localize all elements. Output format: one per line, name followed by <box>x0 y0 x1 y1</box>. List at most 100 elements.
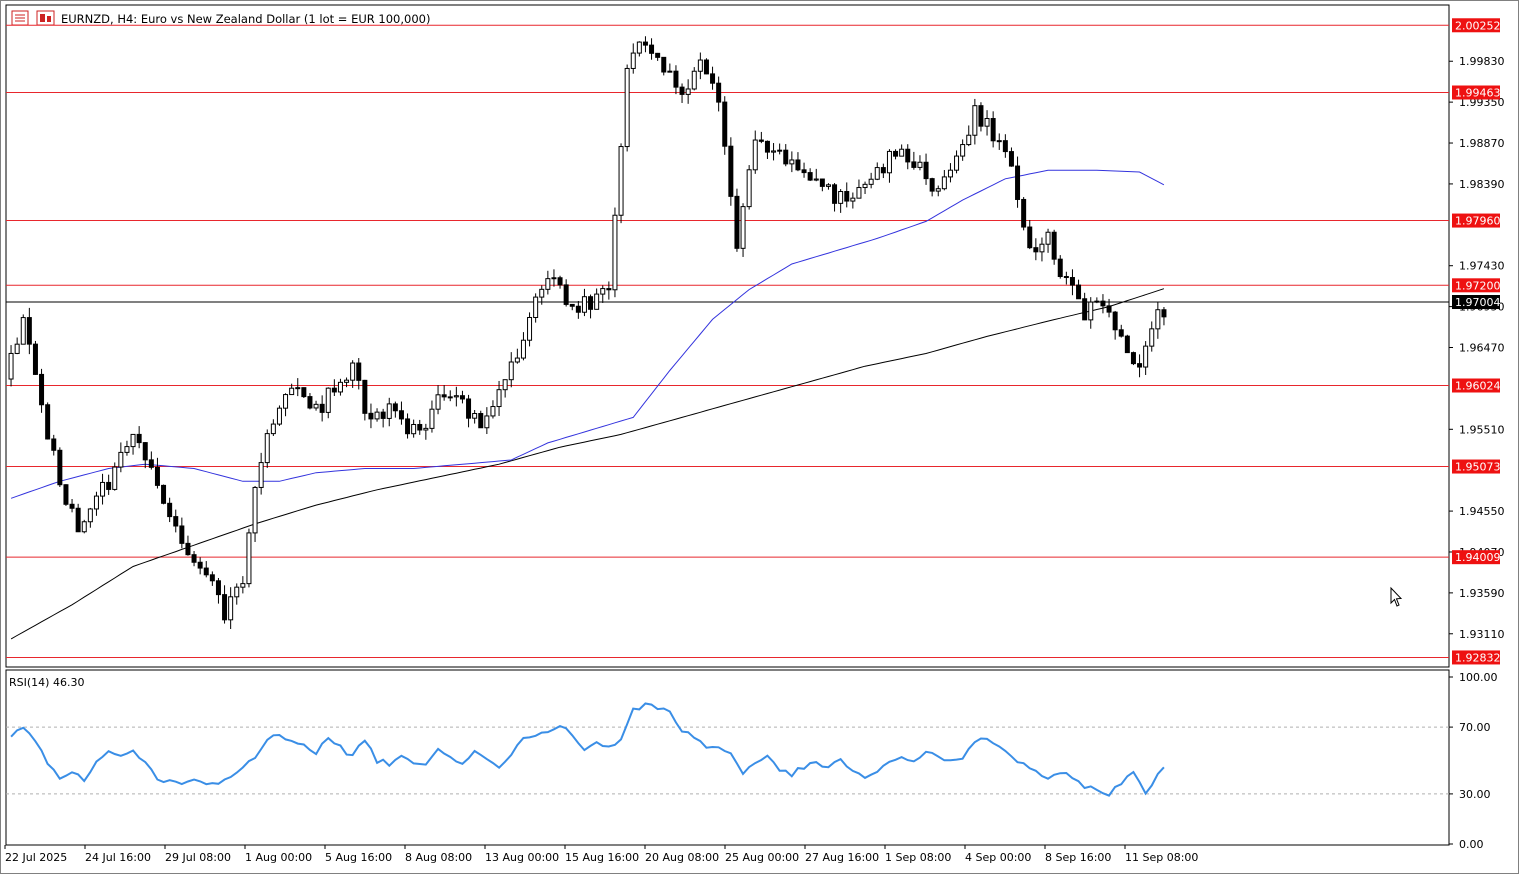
candle-body <box>886 150 892 174</box>
candle-body <box>447 396 453 399</box>
rsi-label: RSI(14) 46.30 <box>9 676 84 689</box>
candle-body <box>222 594 228 621</box>
candle-body <box>1008 151 1014 167</box>
candle-body <box>588 296 594 310</box>
candle-body <box>124 446 130 453</box>
candle-body <box>1033 247 1039 253</box>
candle-body <box>246 532 252 585</box>
candle-body <box>1106 305 1112 313</box>
candle-body <box>313 403 319 409</box>
candle-body <box>209 574 215 582</box>
candle-body <box>197 561 203 569</box>
candle-body <box>435 394 441 410</box>
candle-body <box>508 361 514 381</box>
candle-body <box>173 516 179 527</box>
price-tick-label: 1.94550 <box>1459 505 1505 518</box>
candle-body <box>374 411 380 420</box>
candle-body <box>539 288 545 298</box>
candle-body <box>228 596 234 621</box>
candle-body <box>557 277 563 286</box>
candle-body <box>350 362 356 381</box>
candle-body <box>411 423 417 435</box>
candle-body <box>8 352 14 380</box>
candle-body <box>868 178 874 185</box>
candle-body <box>258 462 264 488</box>
time-tick-label: 1 Aug 00:00 <box>245 851 312 864</box>
price-tick-label: 1.99830 <box>1459 55 1505 68</box>
candle-body <box>118 451 124 468</box>
candle-body <box>398 410 404 420</box>
candle-body <box>270 423 276 435</box>
candle-body <box>844 191 850 202</box>
chart-list-icon[interactable] <box>11 10 29 26</box>
candle-body <box>240 583 246 588</box>
candle-body <box>57 449 63 486</box>
candle-body <box>368 412 374 420</box>
candle-body <box>655 52 661 58</box>
candle-body <box>752 139 758 171</box>
candle-body <box>1027 226 1033 249</box>
candle-body <box>636 41 642 54</box>
candle-body <box>1124 335 1130 354</box>
candle-body <box>984 118 990 127</box>
candle-body <box>1057 258 1063 278</box>
chart-canvas[interactable]: EURNZD, H4: Euro vs New Zealand Dollar (… <box>0 0 1519 874</box>
candle-body <box>154 466 160 486</box>
candle-body <box>362 379 368 414</box>
candle-body <box>905 148 911 163</box>
price-tick-label: 1.97430 <box>1459 260 1505 273</box>
candle-body <box>215 580 221 596</box>
chart-window[interactable]: EURNZD, H4: Euro vs New Zealand Dollar (… <box>0 0 1519 874</box>
candle-body <box>642 41 648 46</box>
window-border <box>0 0 1519 874</box>
candle-body <box>112 466 118 490</box>
level-tag-label: 2.00252 <box>1455 19 1501 32</box>
candle-body <box>106 481 112 490</box>
candle-body <box>771 150 777 153</box>
candle-body <box>87 508 93 523</box>
candle-body <box>1069 277 1075 286</box>
price-tick-label: 1.96470 <box>1459 342 1505 355</box>
candle-body <box>691 70 697 90</box>
candle-body <box>185 542 191 556</box>
candle-body <box>783 149 789 165</box>
time-tick-label: 27 Aug 16:00 <box>805 851 879 864</box>
candle-body <box>972 105 978 136</box>
candle-body <box>1002 140 1008 153</box>
time-tick-label: 15 Aug 16:00 <box>565 851 639 864</box>
candle-body <box>960 144 966 157</box>
candle-body <box>295 387 301 390</box>
chart-window-icon[interactable] <box>36 10 55 26</box>
candle-body <box>81 521 87 533</box>
candle-body <box>819 178 825 187</box>
candle-body <box>1039 243 1045 253</box>
candle-body <box>832 184 838 204</box>
candle-body <box>319 403 325 413</box>
candle-body <box>484 415 490 429</box>
candle-body <box>734 195 740 249</box>
candle-body <box>929 178 935 192</box>
candle-body <box>289 387 295 396</box>
candle-body <box>1137 363 1143 368</box>
candle-body <box>545 278 551 290</box>
candle-body <box>63 484 69 505</box>
candle-body <box>673 70 679 88</box>
candle-body <box>386 403 392 419</box>
time-tick-label: 25 Aug 00:00 <box>725 851 799 864</box>
candle-body <box>179 525 185 544</box>
candle-body <box>758 139 764 142</box>
candle-body <box>307 396 313 409</box>
candle-body <box>130 433 136 448</box>
candle-body <box>990 118 996 142</box>
candle-body <box>697 59 703 72</box>
candle-body <box>203 567 209 576</box>
candle-body <box>344 379 350 383</box>
level-tag-label: 1.97960 <box>1455 215 1501 228</box>
candle-body <box>947 169 953 178</box>
candle-body <box>966 134 972 146</box>
candle-body <box>69 503 75 509</box>
candle-body <box>764 140 770 153</box>
candle-body <box>551 277 557 280</box>
rsi-tick-label: 30.00 <box>1459 788 1491 801</box>
candle-body <box>801 169 807 174</box>
